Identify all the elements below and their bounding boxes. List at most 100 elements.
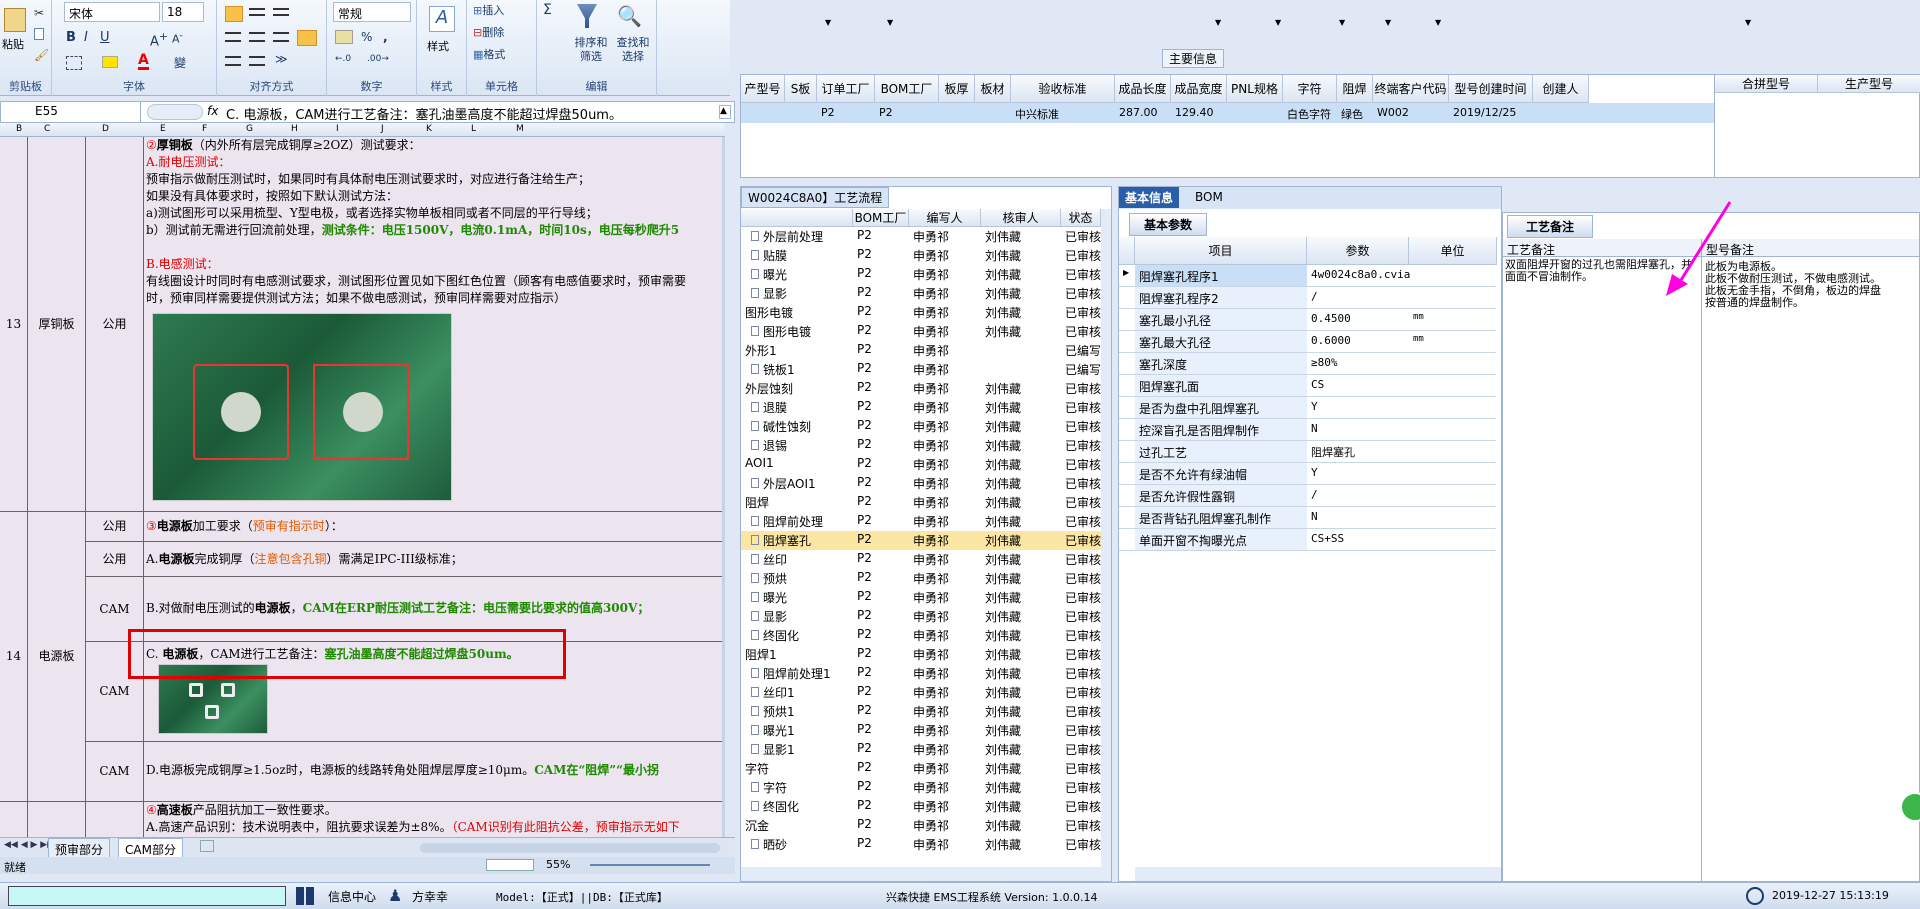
main-cell[interactable]: P2 (879, 106, 893, 119)
process-row[interactable]: 阻焊塞孔 P2 申勇祁 刘伟藏 已审核 (741, 531, 1101, 550)
process-hscrollbar[interactable] (741, 867, 1111, 881)
param-value[interactable]: / (1311, 290, 1318, 303)
tab-nav-arrows[interactable]: ◀◀ ◀ ▶ ▶▶ (4, 840, 54, 850)
param-value[interactable]: Y (1311, 400, 1318, 413)
shrink-font-button[interactable]: A- (172, 30, 183, 50)
row-13-content[interactable]: ②厚铜板（内外所有层完成铜厚≥2OZ）测试要求： A.耐电压测试： 预审指示做耐… (144, 137, 725, 512)
column-letter[interactable]: M (516, 124, 524, 134)
find-select-icon[interactable]: 🔍 (617, 4, 642, 28)
format-painter-icon[interactable]: 🖌 (34, 48, 49, 62)
format-button[interactable]: ▦格式 (473, 46, 505, 66)
process-row[interactable]: 图形电镀 P2 申勇祁 刘伟藏 已审核 (741, 303, 1101, 322)
horizontal-scrollbar[interactable] (420, 843, 720, 853)
process-tab[interactable]: W0024C8A0】工艺流程 (741, 187, 890, 208)
font-name-select[interactable]: 宋体 (64, 2, 160, 22)
process-row[interactable]: 阻焊前处理1 P2 申勇祁 刘伟藏 已审核 (741, 664, 1101, 683)
column-letter[interactable]: B (16, 124, 22, 134)
align-bottom-icon[interactable] (273, 8, 289, 16)
main-col-header[interactable]: 板厚 (939, 75, 975, 103)
process-col-header[interactable] (741, 209, 853, 227)
process-row[interactable]: 显影1 P2 申勇祁 刘伟藏 已审核 (741, 740, 1101, 759)
param-col-header[interactable]: 单位 (1409, 237, 1497, 265)
param-row[interactable]: 阻焊塞孔程序2 / (1119, 287, 1496, 309)
find-select-button[interactable]: 查找和选择 (613, 36, 653, 63)
delete-button[interactable]: ⊟删除 (473, 24, 504, 44)
process-row[interactable]: 沉金 P2 申勇祁 刘伟藏 已审核 (741, 816, 1101, 835)
process-col-header[interactable]: 状态 (1061, 209, 1101, 227)
column-letter[interactable]: H (291, 124, 298, 134)
filter-arrow[interactable]: ▼ (1435, 18, 1441, 27)
paste-icon[interactable] (4, 8, 26, 32)
styles-icon[interactable]: A (429, 6, 455, 32)
process-row[interactable]: 预烘 P2 申勇祁 刘伟藏 已审核 (741, 569, 1101, 588)
process-col-header[interactable]: BOM工厂 (853, 209, 909, 227)
decrease-indent-icon[interactable] (225, 56, 241, 66)
process-row[interactable]: 预烘1 P2 申勇祁 刘伟藏 已审核 (741, 702, 1101, 721)
process-row[interactable]: 阻焊1 P2 申勇祁 刘伟藏 已审核 (741, 645, 1101, 664)
param-row[interactable]: 塞孔最小孔径 0.4500 mm (1119, 309, 1496, 331)
filter-arrow[interactable]: ▼ (1339, 18, 1345, 27)
percent-button[interactable]: % (361, 30, 372, 50)
main-col-header[interactable]: 成品宽度 (1171, 75, 1227, 103)
phonetic-icon[interactable]: 變 (174, 54, 186, 74)
process-row[interactable]: 铣板1 P2 申勇祁 已编写 (741, 360, 1101, 379)
process-row[interactable]: 丝印1 P2 申勇祁 刘伟藏 已审核 (741, 683, 1101, 702)
sort-filter-icon[interactable] (577, 4, 597, 28)
process-row[interactable]: 晒砂 P2 申勇祁 刘伟藏 已审核 (741, 835, 1101, 854)
align-middle-icon[interactable] (249, 8, 265, 16)
param-value[interactable]: 0.4500 (1311, 312, 1351, 325)
r14-line-e[interactable]: D.电源板完成铜厚≥1.5oz时，电源板的线路转角处阻焊层厚度≥10μm。CAM… (144, 742, 725, 802)
main-cell[interactable]: 绿色 (1341, 106, 1363, 122)
font-size-select[interactable]: 18 (162, 2, 204, 22)
process-row[interactable]: 曝光1 P2 申勇祁 刘伟藏 已审核 (741, 721, 1101, 740)
basic-params-tab[interactable]: 基本参数 (1129, 213, 1208, 236)
process-row[interactable]: 阻焊 P2 申勇祁 刘伟藏 已审核 (741, 493, 1101, 512)
merge-center-icon[interactable] (297, 30, 317, 46)
orientation-icon[interactable]: ≫ (275, 52, 288, 72)
autosum-icon[interactable]: Σ (543, 2, 552, 22)
insert-button[interactable]: ⊞插入 (473, 2, 504, 22)
new-sheet-icon[interactable] (200, 840, 214, 852)
decrease-decimal-icon[interactable]: .00→ (367, 54, 389, 74)
main-col-header[interactable]: 阻焊 (1337, 75, 1373, 103)
info-center-icon[interactable] (296, 887, 314, 905)
process-row[interactable]: 丝印 P2 申勇祁 刘伟藏 已审核 (741, 550, 1101, 569)
filter-arrow[interactable]: ▼ (1275, 18, 1281, 27)
main-col-header[interactable]: 验收标准 (1011, 75, 1115, 103)
fx-button[interactable]: fx (207, 104, 218, 118)
main-cell[interactable]: 129.40 (1175, 106, 1214, 119)
vertical-scrollbar[interactable] (722, 137, 725, 837)
param-value[interactable]: ≥80% (1311, 356, 1338, 369)
merge-model-grid[interactable]: 合拼型号 生产型号 (1714, 74, 1920, 178)
process-row[interactable]: 碱性蚀刻 P2 申勇祁 刘伟藏 已审核 (741, 417, 1101, 436)
increase-indent-icon[interactable] (249, 56, 265, 66)
process-row[interactable]: 终固化 P2 申勇祁 刘伟藏 已审核 (741, 797, 1101, 816)
param-value[interactable]: N (1311, 510, 1318, 523)
param-value[interactable]: 0.6000 (1311, 334, 1351, 347)
param-row[interactable]: 控深盲孔是否阻焊制作 N (1119, 419, 1496, 441)
main-col-header[interactable]: BOM工厂 (875, 75, 939, 103)
column-letter[interactable]: G (246, 124, 253, 134)
main-info-grid[interactable]: 产型号 S板 订单工厂 BOM工厂 板厚 板材 验收标准 成品长度 成品宽度 PNL规格 字符 阻焊终… (740, 74, 1720, 178)
row-15-type[interactable] (28, 802, 86, 837)
process-row[interactable]: 曝光 P2 申勇祁 刘伟藏 已审核 (741, 588, 1101, 607)
r14-line-b[interactable]: A.电源板完成铜厚（注意包含孔铜）需满足IPC-III级标准； (144, 542, 725, 577)
expand-formula-icon[interactable]: ▲ (719, 105, 731, 119)
filter-arrow[interactable]: ▼ (887, 18, 893, 27)
param-row[interactable]: 过孔工艺 阻焊塞孔 (1119, 441, 1496, 463)
view-buttons[interactable] (486, 859, 534, 871)
comma-button[interactable]: , (383, 30, 388, 50)
main-cell[interactable]: W002 (1377, 106, 1409, 119)
column-letter[interactable]: D (102, 124, 109, 134)
param-value[interactable]: / (1311, 488, 1318, 501)
align-top-icon[interactable] (225, 6, 243, 22)
row-13-type[interactable]: 厚铜板 (28, 137, 86, 512)
r14-scope-2[interactable]: 公用 (86, 542, 144, 577)
param-value[interactable]: CS (1311, 378, 1324, 391)
process-row[interactable]: 外层AOI1 P2 申勇祁 刘伟藏 已审核 (741, 474, 1101, 493)
param-value[interactable]: N (1311, 422, 1318, 435)
process-row[interactable]: 显影 P2 申勇祁 刘伟藏 已审核 (741, 607, 1101, 626)
process-row[interactable]: 曝光 P2 申勇祁 刘伟藏 已审核 (741, 265, 1101, 284)
main-col-header[interactable]: PNL规格 (1227, 75, 1283, 103)
main-col-header[interactable]: 成品长度 (1115, 75, 1171, 103)
